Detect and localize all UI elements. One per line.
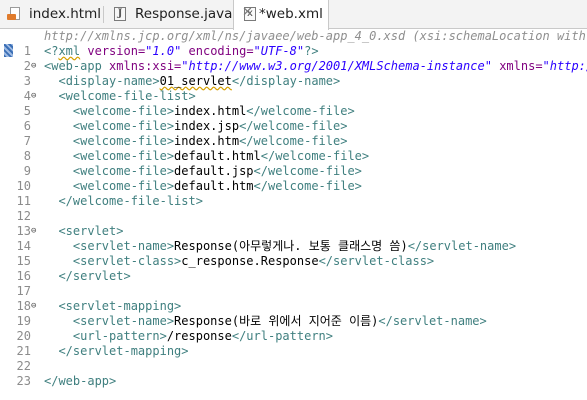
line-number: 17 bbox=[16, 284, 31, 298]
tab-label: index.html bbox=[29, 6, 101, 22]
line-number-gutter: 1 2 ⊖ 3 4 ⊖ 5 6 7 8 9 10 11 12 13 ⊖ 14 15 16 17 18 ⊖ 19 20 21 22 2… bbox=[0, 29, 40, 400]
editor-tab-bar: index.html J Response.java x ✕ *web.xml bbox=[0, 0, 587, 30]
line-number: 5 bbox=[23, 104, 31, 118]
line-number: 4 bbox=[23, 89, 31, 103]
code-line-8: <welcome-file>default.html</welcome-file… bbox=[44, 149, 370, 163]
line-number: 6 bbox=[23, 119, 31, 133]
line-number: 3 bbox=[23, 74, 31, 88]
line-number: 23 bbox=[16, 374, 31, 388]
line-number: 13 bbox=[16, 224, 31, 238]
code-line-13: <servlet> bbox=[44, 224, 124, 238]
code-line-2: <web-app xmlns:xsi="http://www.w3.org/20… bbox=[44, 59, 587, 73]
code-area[interactable]: http://xmlns.jcp.org/xml/ns/javaee/web-a… bbox=[40, 29, 587, 400]
code-line-3: <display-name>01_servlet</display-name> bbox=[44, 74, 341, 88]
code-line-23: </web-app> bbox=[44, 374, 117, 388]
java-file-icon: J bbox=[114, 7, 126, 21]
code-line-20: <url-pattern>/response</url-pattern> bbox=[44, 329, 334, 343]
line-number: 22 bbox=[16, 359, 31, 373]
code-line-4: <welcome-file-list> bbox=[44, 89, 196, 103]
line-number: 21 bbox=[16, 344, 31, 358]
fold-toggle-icon[interactable]: ⊖ bbox=[31, 89, 40, 104]
html-file-icon bbox=[7, 7, 22, 21]
line-number: 20 bbox=[16, 329, 31, 343]
tab-label: *web.xml bbox=[259, 6, 323, 22]
line-number: 9 bbox=[23, 164, 31, 178]
code-line-16: </servlet> bbox=[44, 269, 131, 283]
code-line-7: <welcome-file>index.htm</welcome-file> bbox=[44, 134, 348, 148]
tab-label: Response.java bbox=[135, 6, 233, 22]
line-number: 12 bbox=[16, 209, 31, 223]
line-number: 19 bbox=[16, 314, 31, 328]
line-number: 7 bbox=[23, 134, 31, 148]
line-number: 15 bbox=[16, 254, 31, 268]
line-number: 14 bbox=[16, 239, 31, 253]
line-number: 18 bbox=[16, 299, 31, 313]
namespace-hint: http://xmlns.jcp.org/xml/ns/javaee/web-a… bbox=[44, 29, 587, 43]
code-line-9: <welcome-file>default.jsp</welcome-file> bbox=[44, 164, 362, 178]
line-number: 8 bbox=[23, 149, 31, 163]
tab-divider bbox=[103, 6, 104, 23]
code-line-10: <welcome-file>default.htm</welcome-file> bbox=[44, 179, 362, 193]
code-line-19: <servlet-name>Response(바로 위에서 지어준 이름)</s… bbox=[44, 314, 487, 328]
close-icon[interactable]: ✕ bbox=[242, 5, 253, 21]
line-number: 10 bbox=[16, 179, 31, 193]
fold-toggle-icon[interactable]: ⊖ bbox=[31, 59, 40, 74]
code-line-5: <welcome-file>index.html</welcome-file> bbox=[44, 104, 355, 118]
code-line-11: </welcome-file-list> bbox=[44, 194, 203, 208]
code-line-15: <servlet-class>c_response.Response</serv… bbox=[44, 254, 435, 268]
code-line-6: <welcome-file>index.jsp</welcome-file> bbox=[44, 119, 348, 133]
fold-toggle-icon[interactable]: ⊖ bbox=[31, 299, 40, 314]
line-number: 2 bbox=[23, 59, 31, 73]
line-number: 1 bbox=[23, 44, 31, 58]
tab-response-java[interactable]: J Response.java bbox=[105, 0, 233, 29]
code-line-1: <?xml version="1.0" encoding="UTF-8"?> bbox=[44, 44, 319, 58]
line-number: 16 bbox=[16, 269, 31, 283]
code-line-14: <servlet-name>Response(아무렇게나. 보통 클래스명 씀)… bbox=[44, 239, 517, 253]
fold-toggle-icon[interactable]: ⊖ bbox=[31, 224, 40, 239]
line-number: 11 bbox=[16, 194, 31, 208]
code-line-18: <servlet-mapping> bbox=[44, 299, 182, 313]
tab-web-xml[interactable]: x ✕ *web.xml bbox=[233, 0, 329, 30]
xml-source-editor[interactable]: 1 2 ⊖ 3 4 ⊖ 5 6 7 8 9 10 11 12 13 ⊖ 14 15 16 17 18 ⊖ 19 20 21 22 2… bbox=[0, 29, 587, 400]
code-line-21: </servlet-mapping> bbox=[44, 344, 189, 358]
tab-index-html[interactable]: index.html bbox=[0, 0, 101, 29]
